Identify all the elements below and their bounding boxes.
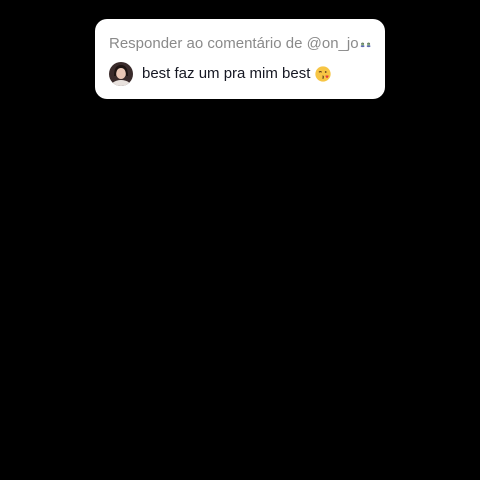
comment-text: best faz um pra mim best [142,65,311,82]
user-avatar-image [109,62,133,86]
user-avatar [109,62,133,86]
reply-to-comment-sticker[interactable]: Responder ao comentário de @on_jo best f… [95,19,385,99]
zombie-woman-emoji-icon [360,42,364,47]
reply-header: Responder ao comentário de @on_jo [109,34,371,54]
reply-header-text: Responder ao comentário de @on_jo [109,35,359,52]
video-screen: Responder ao comentário de @on_jo best f… [0,0,480,480]
zombie-woman-emoji-icon [366,42,371,47]
quoted-comment: best faz um pra mim best [109,61,371,87]
face-blowing-kiss-emoji-icon [315,66,332,82]
